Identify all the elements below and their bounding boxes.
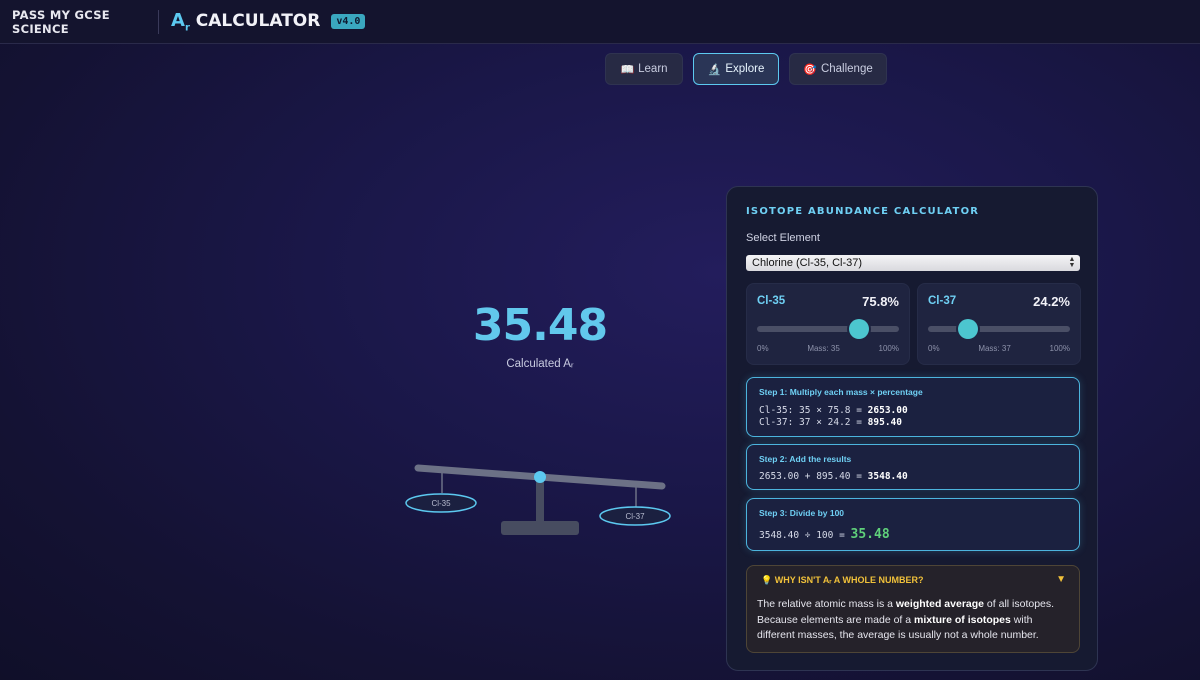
lightbulb-icon: 💡 [761, 575, 773, 585]
header-divider [158, 9, 159, 34]
left-pan-label: Cl-35 [431, 499, 451, 508]
step-line: Cl-35: 35 × 75.8 = 2653.00 [759, 405, 908, 416]
slider-thumb[interactable] [849, 319, 870, 339]
select-element-label: Select Element [746, 232, 820, 244]
select-arrows-icon: ▲ ▼ [1068, 256, 1076, 269]
isotope-card-cl35: Cl-35 75.8% 0% Mass: 35 100% [746, 283, 910, 365]
slider-min: 0% [757, 344, 769, 353]
slider-scale: 0% Mass: 35 100% [757, 344, 899, 353]
abundance-slider-cl35[interactable] [757, 319, 899, 339]
ar-symbol: Ar [171, 9, 190, 34]
tab-challenge-label: Challenge [820, 63, 873, 75]
tab-explore-label: Explore [725, 63, 765, 75]
app-title-text: CALCULATOR [195, 10, 321, 31]
step-line: 3548.40 ÷ 100 = 35.48 [759, 527, 890, 542]
tab-learn[interactable]: 📖 Learn [605, 53, 683, 85]
slider-scale: 0% Mass: 37 100% [928, 344, 1070, 353]
final-result: 35.48 [850, 527, 890, 542]
step-2-box: Step 2: Add the results 2653.00 + 895.40… [746, 444, 1080, 490]
isotope-percent: 75.8% [862, 294, 899, 309]
why-body: The relative atomic mass is a weighted a… [757, 598, 1055, 641]
isotope-percent: 24.2% [1033, 294, 1070, 309]
app-title: Ar CALCULATOR [171, 10, 320, 34]
slider-max: 100% [1049, 344, 1070, 353]
balance-scale: Cl-35 Cl-37 [405, 464, 671, 535]
right-pan-label: Cl-37 [625, 512, 645, 521]
why-heading-text: WHY ISN'T Aᵣ A WHOLE NUMBER? [774, 575, 924, 585]
isotope-calculator-panel: ISOTOPE ABUNDANCE CALCULATOR Select Elem… [726, 186, 1098, 671]
isotope-mass: Mass: 35 [807, 344, 840, 353]
calculated-ar-label: Calculated Aᵣ [506, 358, 574, 370]
tab-challenge[interactable]: 🎯 Challenge [789, 53, 887, 85]
mode-tabs: 📖 Learn 🔬 Explore 🎯 Challenge [605, 53, 887, 85]
abundance-slider-cl37[interactable] [928, 319, 1070, 339]
slider-thumb[interactable] [957, 319, 978, 339]
top-bar: PASS MY GCSE SCIENCE Ar CALCULATOR v4.0 [0, 0, 1200, 44]
isotope-card-cl37: Cl-37 24.2% 0% Mass: 37 100% [917, 283, 1081, 365]
calculated-ar-value: 35.48 [472, 300, 608, 351]
book-icon: 📖 [620, 63, 635, 76]
element-select[interactable]: Chlorine (Cl-35, Cl-37) ▲ ▼ [746, 255, 1080, 271]
step-line: Cl-37: 37 × 24.2 = 895.40 [759, 417, 902, 428]
scale-stand [536, 479, 544, 523]
step-heading: Step 2: Add the results [759, 454, 852, 464]
step-line: 2653.00 + 895.40 = 3548.40 [759, 471, 908, 482]
version-badge: v4.0 [331, 14, 366, 29]
tab-explore[interactable]: 🔬 Explore [693, 53, 779, 85]
element-select-value: Chlorine (Cl-35, Cl-37) [752, 257, 863, 269]
scale-base [501, 521, 579, 535]
step-1-box: Step 1: Multiply each mass × percentage … [746, 377, 1080, 437]
microscope-icon: 🔬 [707, 63, 722, 76]
step-3-box: Step 3: Divide by 100 3548.40 ÷ 100 = 35… [746, 498, 1080, 551]
slider-min: 0% [928, 344, 940, 353]
scale-pivot [534, 471, 546, 483]
panel-title: ISOTOPE ABUNDANCE CALCULATOR [746, 206, 980, 217]
isotope-name: Cl-35 [757, 295, 786, 307]
why-heading: 💡 WHY ISN'T Aᵣ A WHOLE NUMBER? [761, 575, 923, 586]
isotope-name: Cl-37 [928, 295, 957, 307]
target-icon: 🎯 [803, 63, 817, 76]
slider-max: 100% [878, 344, 899, 353]
isotope-mass: Mass: 37 [978, 344, 1011, 353]
step-heading: Step 1: Multiply each mass × percentage [759, 387, 923, 397]
why-explainer[interactable]: 💡 WHY ISN'T Aᵣ A WHOLE NUMBER? ▼ The rel… [746, 565, 1080, 653]
tab-learn-label: Learn [638, 63, 668, 75]
collapse-toggle-icon[interactable]: ▼ [1056, 574, 1066, 585]
brand-name: PASS MY GCSE SCIENCE [12, 7, 110, 36]
step-heading: Step 3: Divide by 100 [759, 508, 845, 518]
